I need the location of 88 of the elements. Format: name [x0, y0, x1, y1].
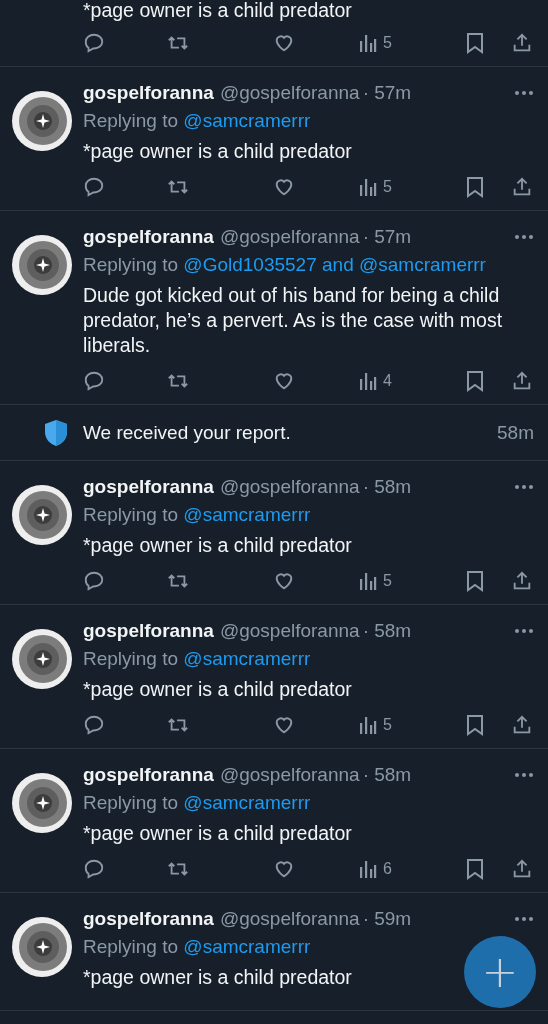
- bookmark-icon[interactable]: [465, 714, 485, 736]
- share-icon[interactable]: [511, 570, 533, 592]
- tweet-text: *page owner is a child predator: [83, 0, 352, 20]
- tweet-text: *page owner is a child predator: [83, 139, 352, 164]
- bookmark-icon[interactable]: [465, 570, 485, 592]
- replying-to-text: Replying to @Gold1035527 and @samcramerrr: [83, 254, 487, 276]
- bookmark-icon[interactable]: [465, 858, 485, 880]
- bar-chart-icon[interactable]: [359, 371, 377, 391]
- heart-icon[interactable]: [273, 570, 295, 592]
- shield-icon: [43, 418, 69, 447]
- tweet-time: · 57m: [362, 226, 412, 248]
- tweet-text: *page owner is a child predator: [83, 533, 352, 558]
- mention-link[interactable]: @samcramerrr: [183, 648, 311, 669]
- mention-link[interactable]: @samcramerrr: [183, 936, 311, 957]
- user-handle: @gospelforanna: [219, 620, 360, 642]
- notice-time: 58m: [497, 421, 534, 444]
- more-icon[interactable]: [514, 772, 534, 778]
- share-icon[interactable]: [511, 370, 533, 392]
- avatar[interactable]: [12, 917, 72, 977]
- heart-icon[interactable]: [273, 176, 295, 198]
- avatar[interactable]: [12, 773, 72, 833]
- reply-icon[interactable]: [83, 370, 105, 392]
- mention-link[interactable]: @samcramerrr: [183, 110, 311, 131]
- view-count: 6: [383, 860, 392, 878]
- bar-chart-icon[interactable]: [359, 33, 377, 53]
- tweet-text: *page owner is a child predator: [83, 821, 352, 846]
- share-icon[interactable]: [511, 176, 533, 198]
- more-icon[interactable]: [514, 916, 534, 922]
- more-icon[interactable]: [514, 234, 534, 240]
- heart-icon[interactable]: [273, 858, 295, 880]
- display-name[interactable]: gospelforanna: [83, 620, 214, 642]
- display-name[interactable]: gospelforanna: [83, 764, 214, 786]
- view-count: 5: [383, 178, 392, 196]
- replying-to-text: Replying to @samcramerrr: [83, 648, 312, 670]
- user-handle: @gospelforanna: [219, 82, 360, 104]
- more-icon[interactable]: [514, 628, 534, 634]
- bar-chart-icon[interactable]: [359, 715, 377, 735]
- tweet-time: · 58m: [362, 764, 412, 786]
- heart-icon[interactable]: [273, 370, 295, 392]
- avatar[interactable]: [12, 235, 72, 295]
- share-icon[interactable]: [511, 32, 533, 54]
- report-notice: We received your report.: [83, 421, 291, 444]
- view-count: 4: [383, 372, 392, 390]
- mention-link[interactable]: @samcramerrr: [183, 504, 311, 525]
- user-handle: @gospelforanna: [219, 476, 360, 498]
- share-icon[interactable]: [511, 858, 533, 880]
- reply-icon[interactable]: [83, 714, 105, 736]
- reply-icon[interactable]: [83, 32, 105, 54]
- reply-icon[interactable]: [83, 176, 105, 198]
- user-handle: @gospelforanna: [219, 764, 360, 786]
- view-count: 5: [383, 572, 392, 590]
- display-name[interactable]: gospelforanna: [83, 908, 214, 930]
- heart-icon[interactable]: [273, 32, 295, 54]
- tweet-text: *page owner is a child predator: [83, 965, 352, 990]
- bar-chart-icon[interactable]: [359, 571, 377, 591]
- bar-chart-icon[interactable]: [359, 859, 377, 879]
- tweet-text: *page owner is a child predator: [83, 677, 352, 702]
- more-icon[interactable]: [514, 90, 534, 96]
- user-handle: @gospelforanna: [219, 226, 360, 248]
- bookmark-icon[interactable]: [465, 32, 485, 54]
- tweet-time: · 58m: [362, 620, 412, 642]
- avatar[interactable]: [12, 629, 72, 689]
- bar-chart-icon[interactable]: [359, 177, 377, 197]
- tweet-time: · 57m: [362, 82, 412, 104]
- reply-icon[interactable]: [83, 570, 105, 592]
- user-handle: @gospelforanna: [219, 908, 360, 930]
- avatar[interactable]: [12, 91, 72, 151]
- display-name[interactable]: gospelforanna: [83, 82, 214, 104]
- replying-to-text: Replying to @samcramerrr: [83, 792, 312, 814]
- view-count: 5: [383, 34, 392, 52]
- tweet-time: · 58m: [362, 476, 412, 498]
- view-count: 5: [383, 716, 392, 734]
- reply-icon[interactable]: [83, 858, 105, 880]
- display-name[interactable]: gospelforanna: [83, 226, 214, 248]
- display-name[interactable]: gospelforanna: [83, 476, 214, 498]
- replying-to-text: Replying to @samcramerrr: [83, 504, 312, 526]
- tweet-time: · 59m: [362, 908, 412, 930]
- compose-button[interactable]: +: [464, 936, 536, 1008]
- more-icon[interactable]: [514, 484, 534, 490]
- bookmark-icon[interactable]: [465, 176, 485, 198]
- avatar[interactable]: [12, 485, 72, 545]
- tweet-text: Dude got kicked out of his band for being a child predator, he’s a pervert. As is the case with most liberals.: [83, 283, 504, 358]
- mention-link[interactable]: @Gold1035527 and @samcramerrr: [183, 254, 486, 275]
- replying-to-text: Replying to @samcramerrr: [83, 110, 312, 132]
- bookmark-icon[interactable]: [465, 370, 485, 392]
- mention-link[interactable]: @samcramerrr: [183, 792, 311, 813]
- heart-icon[interactable]: [273, 714, 295, 736]
- share-icon[interactable]: [511, 714, 533, 736]
